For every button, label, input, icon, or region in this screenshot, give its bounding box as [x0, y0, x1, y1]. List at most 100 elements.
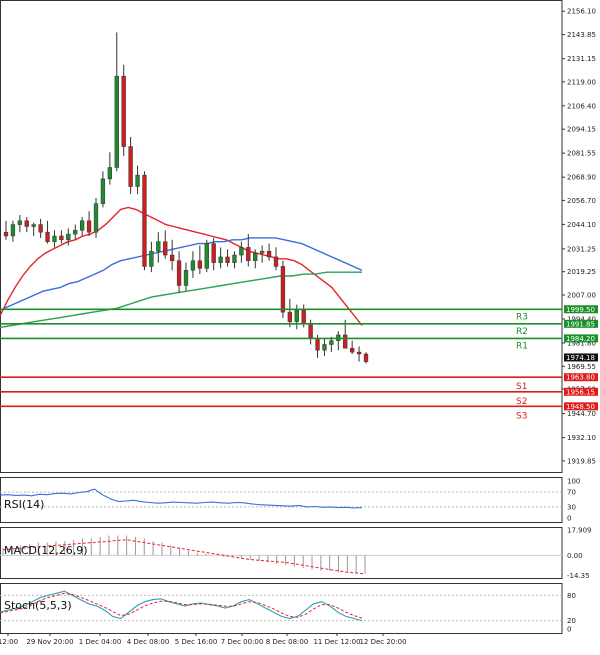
candle-down: [86, 220, 92, 233]
candle-up: [322, 344, 327, 351]
macd-tick-label: 17.909: [567, 526, 592, 534]
candle-up: [190, 260, 196, 271]
x-tick-label: 11 Dec 12:00: [313, 638, 360, 646]
y-tick-label: 2019.25: [567, 268, 596, 276]
rsi-label: RSI(14): [4, 498, 44, 511]
candle-up: [294, 309, 299, 322]
y-tick-label: 2143.85: [567, 31, 596, 39]
candle-down: [38, 224, 43, 233]
candle-down: [246, 247, 251, 261]
candle-down: [356, 351, 362, 355]
candle-down: [24, 220, 29, 227]
rsi-tick-label: 100: [567, 478, 580, 486]
candle-down: [211, 243, 216, 263]
candle-up: [52, 235, 57, 242]
y-tick-label: 2081.55: [567, 150, 596, 158]
candle-up: [17, 220, 23, 225]
level-name-s3: S3: [516, 411, 527, 421]
panel-frame: [0, 583, 563, 634]
candle-down: [308, 323, 313, 340]
y-tick-label: 2007.00: [567, 292, 596, 300]
chart-svg: 2156.10 2143.85 2131.15 2119.00 2106.40 2094.…: [0, 0, 598, 646]
candle-down: [350, 348, 355, 353]
current-price-label: 1974.18: [566, 354, 595, 362]
level-price-label: 1956.15: [566, 388, 595, 396]
panel-frame: [0, 477, 563, 523]
level-name-r3: R3: [516, 312, 528, 322]
candle-down: [301, 309, 306, 324]
candle-down: [176, 260, 182, 286]
y-tick-label: 1932.10: [567, 434, 596, 442]
candle-up: [260, 250, 265, 254]
level-price-label: 1984.20: [566, 335, 595, 343]
stoch-tick-label: 20: [567, 617, 576, 625]
candle-up: [10, 224, 16, 237]
candle-up: [218, 256, 223, 263]
panel-frame: [0, 0, 563, 473]
y-tick-label: 2094.15: [567, 126, 596, 134]
x-tick-label: 12:00: [0, 638, 18, 646]
level-name-s1: S1: [516, 382, 527, 392]
rsi-tick-label: 0: [567, 515, 571, 523]
level-price-label: 1991.85: [566, 320, 595, 328]
candle-up: [149, 250, 154, 267]
candle-down: [225, 256, 230, 263]
candle-down: [45, 231, 50, 242]
level-name-r1: R1: [516, 341, 528, 351]
x-tick-label: 29 Nov 20:00: [26, 638, 73, 646]
level-price-label: 1948.50: [566, 403, 595, 411]
rsi-tick-label: 30: [567, 503, 576, 511]
candle-down: [128, 146, 133, 187]
candle-down: [363, 353, 369, 362]
candle-down: [266, 250, 272, 258]
candle-down: [3, 231, 9, 237]
chart: 2156.10 2143.85 2131.15 2119.00 2106.40 2094.…: [0, 0, 600, 651]
candle-down: [197, 260, 202, 269]
candle-down: [287, 311, 293, 322]
stoch-label: Stoch(5,5,3): [4, 599, 72, 612]
candle-down: [142, 174, 147, 267]
y-tick-label: 2056.70: [567, 197, 596, 205]
candle-up: [329, 340, 334, 345]
candle-up: [183, 270, 189, 286]
y-tick-label: 1944.70: [567, 410, 596, 418]
candle-up: [114, 75, 119, 168]
candle-up: [100, 178, 106, 204]
level-price-label: 1963.80: [566, 374, 595, 382]
x-tick-label: 12 Dec 20:00: [359, 638, 406, 646]
x-tick-label: 1 Dec 04:00: [79, 638, 122, 646]
macd-tick-label: -14.35: [567, 572, 590, 580]
candle-up: [204, 243, 209, 269]
candle-down: [315, 338, 320, 351]
y-tick-label: 2044.10: [567, 221, 596, 229]
y-tick-label: 2031.25: [567, 245, 596, 253]
candle-down: [343, 334, 348, 349]
y-tick-label: 1919.85: [567, 457, 596, 465]
candle-down: [273, 256, 279, 267]
candle-down: [121, 75, 126, 147]
candle-up: [156, 241, 161, 252]
candle-up: [80, 220, 85, 231]
x-tick-label: 8 Dec 08:00: [266, 638, 309, 646]
candle-down: [59, 235, 64, 241]
y-tick-label: 2106.40: [567, 102, 596, 110]
candle-down: [170, 254, 175, 261]
x-tick-label: 5 Dec 16:00: [175, 638, 218, 646]
y-tick-label: 2119.00: [567, 78, 596, 86]
x-tick-label: 7 Dec 00:00: [221, 638, 264, 646]
level-name-s2: S2: [516, 397, 527, 407]
x-tick-label: 4 Dec 08:00: [127, 638, 170, 646]
level-name-r2: R2: [516, 327, 528, 337]
candle-up: [107, 167, 112, 180]
candle-up: [232, 254, 237, 263]
candle-up: [135, 174, 140, 187]
candle-down: [280, 266, 286, 313]
candle-up: [31, 224, 36, 227]
y-tick-label: 2068.90: [567, 174, 596, 182]
candle-up: [93, 203, 99, 233]
macd-label: MACD(12,26,9): [4, 544, 88, 557]
candle-up: [73, 230, 78, 235]
y-tick-label: 1969.55: [567, 363, 596, 371]
level-price-label: 1999.50: [566, 306, 595, 314]
candle-down: [163, 241, 168, 256]
